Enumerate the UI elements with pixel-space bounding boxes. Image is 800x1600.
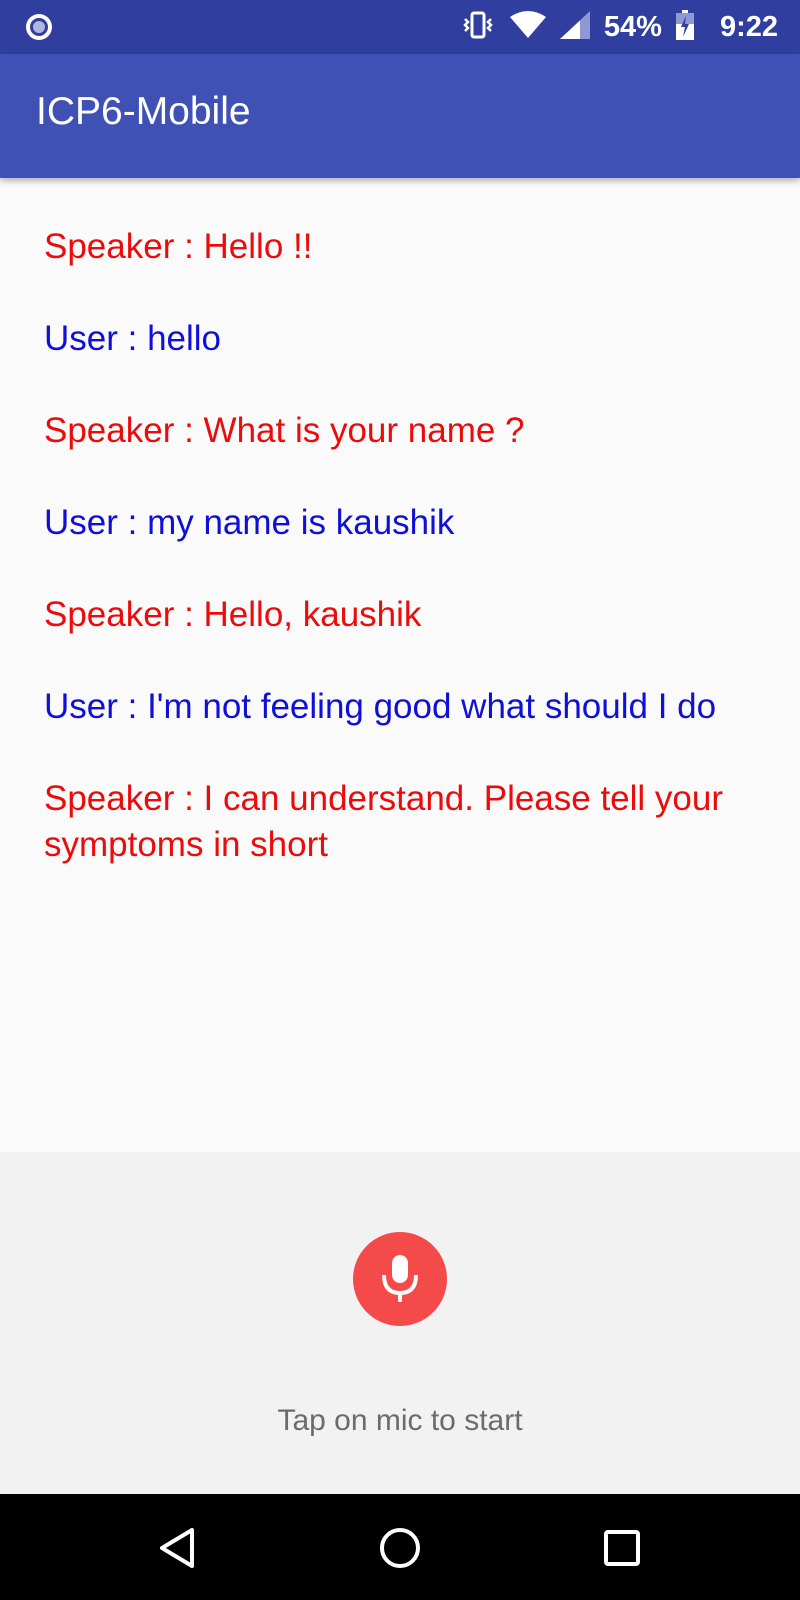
- signal-icon: [559, 10, 590, 44]
- mic-panel: Tap on mic to start: [0, 1152, 800, 1494]
- screen: 54% 9:22 ICP6-Mobile Speaker : Hello !! …: [0, 0, 800, 1600]
- user-message: User : my name is kaushik: [44, 503, 455, 542]
- navigation-bar: [0, 1494, 800, 1600]
- vibrate-icon: [460, 10, 496, 45]
- home-icon: [380, 1528, 420, 1568]
- conversation-log: Speaker : Hello !! User : hello Speaker …: [44, 224, 744, 914]
- speaker-message: Speaker : I can understand. Please tell …: [44, 779, 724, 864]
- battery-icon: [675, 9, 694, 45]
- battery-percent: 54%: [603, 10, 662, 43]
- back-button[interactable]: [152, 1522, 204, 1574]
- wifi-icon: [509, 10, 546, 44]
- speaker-message: Speaker : What is your name ?: [44, 411, 525, 450]
- user-message: User : I'm not feeling good what should …: [44, 687, 717, 726]
- mic-button[interactable]: [353, 1232, 447, 1326]
- notification-dot-icon: [24, 12, 54, 42]
- user-message: User : hello: [44, 319, 222, 358]
- speaker-message: Speaker : Hello !!: [44, 227, 313, 266]
- app-bar: ICP6-Mobile: [0, 54, 800, 178]
- mic-hint: Tap on mic to start: [277, 1404, 523, 1437]
- home-button[interactable]: [374, 1522, 426, 1574]
- status-time: 9:22: [719, 10, 778, 43]
- recents-button[interactable]: [596, 1522, 648, 1574]
- status-bar: 54% 9:22: [0, 0, 800, 54]
- recents-icon: [604, 1530, 640, 1566]
- speaker-message: Speaker : Hello, kaushik: [44, 595, 422, 634]
- microphone-icon: [382, 1255, 418, 1302]
- back-icon: [160, 1528, 194, 1568]
- app-title: ICP6-Mobile: [36, 90, 251, 133]
- status-icons: 54% 9:22: [460, 0, 778, 54]
